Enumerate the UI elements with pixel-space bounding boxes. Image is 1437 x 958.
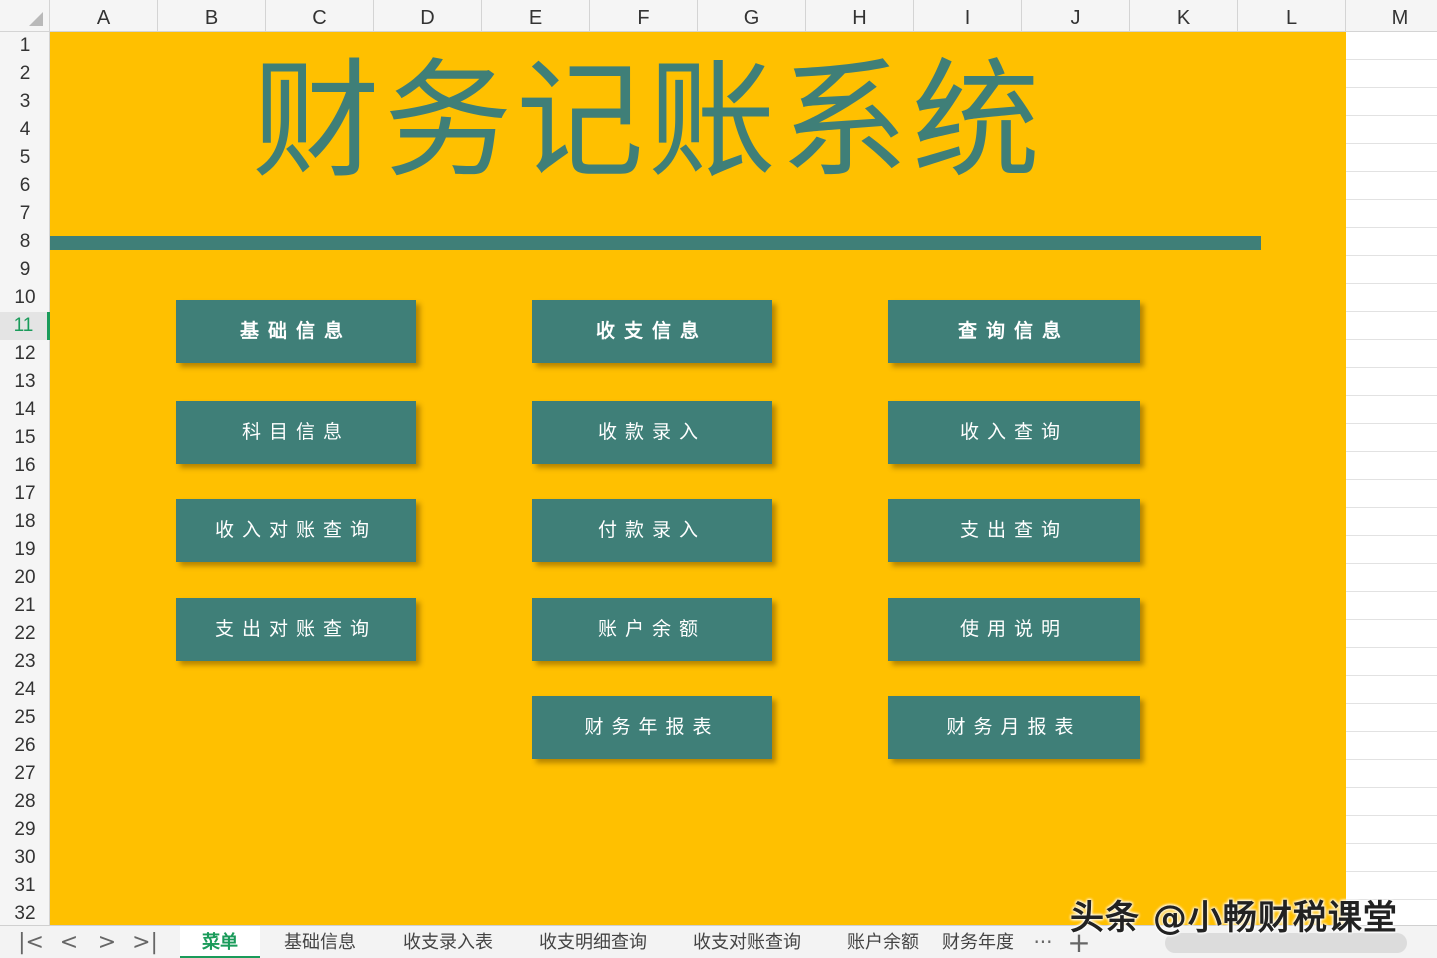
row-header-16[interactable]: 16 (0, 452, 50, 480)
row-header-13[interactable]: 13 (0, 368, 50, 396)
row-header-7[interactable]: 7 (0, 200, 50, 228)
subject-info-button[interactable]: 科目信息 (176, 401, 416, 464)
expense-query-button[interactable]: 支出查询 (888, 499, 1140, 562)
row-header-22[interactable]: 22 (0, 620, 50, 648)
column-header-m[interactable]: M (1346, 0, 1437, 32)
row-header-32[interactable]: 32 (0, 900, 50, 928)
column-header-c[interactable]: C (266, 0, 374, 32)
column-header-g[interactable]: G (698, 0, 806, 32)
column-header-a[interactable]: A (50, 0, 158, 32)
column-header-i[interactable]: I (914, 0, 1022, 32)
basic-info-header-button[interactable]: 基础信息 (176, 300, 416, 363)
column-header-b[interactable]: B (158, 0, 266, 32)
row-header-8[interactable]: 8 (0, 228, 50, 256)
row-header-11[interactable]: 11 (0, 312, 50, 340)
usage-guide-button[interactable]: 使用说明 (888, 598, 1140, 661)
income-expense-header-button[interactable]: 收支信息 (532, 300, 772, 363)
column-header-l[interactable]: L (1238, 0, 1346, 32)
row-header-29[interactable]: 29 (0, 816, 50, 844)
select-all-icon (29, 12, 43, 26)
column-header-bar: A B C D E F G H I J K L M (0, 0, 1437, 32)
sheet-tab-reconcile-query[interactable]: 收支对账查询 (680, 926, 814, 958)
row-header-14[interactable]: 14 (0, 396, 50, 424)
row-header-bar: 1 2 3 4 5 6 7 8 9 10 11 12 13 14 15 16 17 18 19 20 21 22 23 24 2… (0, 32, 50, 925)
row-header-30[interactable]: 30 (0, 844, 50, 872)
receipt-entry-button[interactable]: 收款录入 (532, 401, 772, 464)
more-sheets-button[interactable]: ··· (1024, 926, 1062, 958)
row-header-17[interactable]: 17 (0, 480, 50, 508)
row-header-28[interactable]: 28 (0, 788, 50, 816)
row-header-12[interactable]: 12 (0, 340, 50, 368)
row-header-2[interactable]: 2 (0, 60, 50, 88)
row-header-24[interactable]: 24 (0, 676, 50, 704)
monthly-report-button[interactable]: 财务月报表 (888, 696, 1140, 759)
last-sheet-button[interactable]: >| (126, 926, 164, 958)
row-header-25[interactable]: 25 (0, 704, 50, 732)
column-header-d[interactable]: D (374, 0, 482, 32)
sheet-tab-detail-query[interactable]: 收支明细查询 (526, 926, 660, 958)
sheet-tab-annual[interactable]: 财务年度 (938, 926, 1018, 958)
column-header-k[interactable]: K (1130, 0, 1238, 32)
income-reconcile-query-button[interactable]: 收入对账查询 (176, 499, 416, 562)
row-header-3[interactable]: 3 (0, 88, 50, 116)
row-header-26[interactable]: 26 (0, 732, 50, 760)
row-header-21[interactable]: 21 (0, 592, 50, 620)
sheet-tab-account-balance[interactable]: 账户余额 (834, 926, 932, 958)
select-all-corner[interactable] (0, 0, 50, 32)
prev-sheet-button[interactable]: < (50, 926, 88, 958)
row-header-31[interactable]: 31 (0, 872, 50, 900)
row-header-5[interactable]: 5 (0, 144, 50, 172)
column-header-e[interactable]: E (482, 0, 590, 32)
column-header-j[interactable]: J (1022, 0, 1130, 32)
payment-entry-button[interactable]: 付款录入 (532, 499, 772, 562)
column-header-h[interactable]: H (806, 0, 914, 32)
annual-report-button[interactable]: 财务年报表 (532, 696, 772, 759)
row-header-4[interactable]: 4 (0, 116, 50, 144)
row-header-1[interactable]: 1 (0, 32, 50, 60)
column-header-f[interactable]: F (590, 0, 698, 32)
sheet-tab-menu[interactable]: 菜单 (180, 926, 260, 958)
row-header-6[interactable]: 6 (0, 172, 50, 200)
sheet-tab-basic-info[interactable]: 基础信息 (270, 926, 370, 958)
watermark: 头条 @小畅财税课堂 (1070, 898, 1398, 938)
row-header-19[interactable]: 19 (0, 536, 50, 564)
sheet-tab-income-expense-entry[interactable]: 收支录入表 (390, 926, 506, 958)
first-sheet-button[interactable]: |< (12, 926, 50, 958)
income-query-button[interactable]: 收入查询 (888, 401, 1140, 464)
row-header-20[interactable]: 20 (0, 564, 50, 592)
next-sheet-button[interactable]: > (88, 926, 126, 958)
row-header-9[interactable]: 9 (0, 256, 50, 284)
title-divider (50, 236, 1261, 250)
account-balance-button[interactable]: 账户余额 (532, 598, 772, 661)
row-header-10[interactable]: 10 (0, 284, 50, 312)
row-header-15[interactable]: 15 (0, 424, 50, 452)
row-header-18[interactable]: 18 (0, 508, 50, 536)
row-header-23[interactable]: 23 (0, 648, 50, 676)
query-info-header-button[interactable]: 查询信息 (888, 300, 1140, 363)
expense-reconcile-query-button[interactable]: 支出对账查询 (176, 598, 416, 661)
row-header-27[interactable]: 27 (0, 760, 50, 788)
page-title: 财务记账系统 (252, 47, 1045, 196)
